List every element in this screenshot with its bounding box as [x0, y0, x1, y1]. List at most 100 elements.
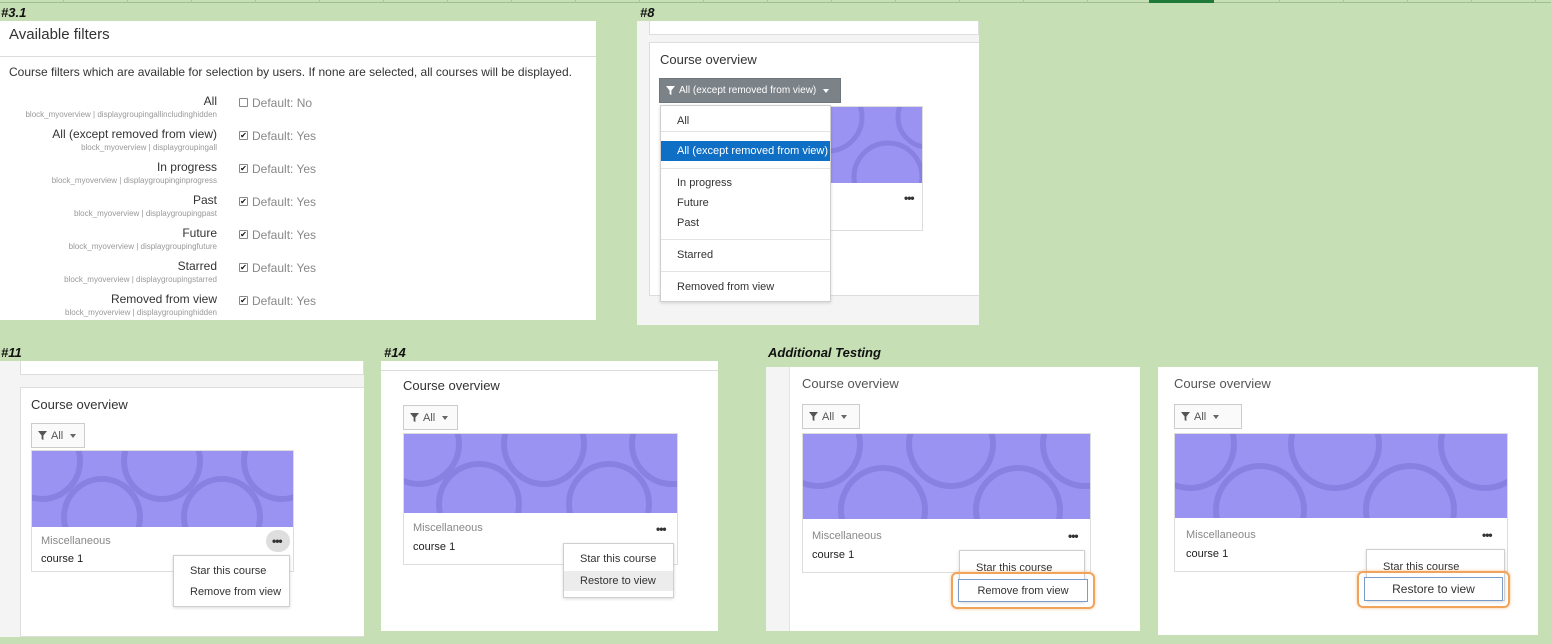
menu-item-restore-to-view[interactable]: Restore to view: [580, 575, 656, 587]
previous-block: [20, 361, 364, 375]
more-icon[interactable]: •••: [904, 191, 915, 205]
filter-dropdown-button[interactable]: All (except removed from view): [659, 78, 841, 103]
checkbox-icon[interactable]: ✔: [239, 263, 248, 272]
filter-label: Future: [182, 226, 217, 240]
filter-icon: [410, 413, 419, 422]
filter-setting-name: block_myoverview | displaygroupingall: [81, 143, 217, 152]
section-label-11: #11: [1, 345, 22, 360]
course-image: [803, 434, 1090, 519]
menu-item-in-progress[interactable]: In progress: [677, 177, 732, 189]
filter-default: Default: Yes: [252, 261, 317, 275]
course-card[interactable]: Miscellaneous course 1 •••: [31, 450, 294, 572]
section-label-3-1: #3.1: [1, 5, 27, 20]
spreadsheet-header-strip: [0, 0, 1551, 3]
menu-item-restore-to-view[interactable]: Restore to view: [1364, 577, 1503, 601]
filter-dropdown-button[interactable]: All: [802, 404, 860, 429]
more-icon[interactable]: •••: [1068, 529, 1079, 543]
caret-down-icon: [823, 88, 830, 93]
divider: [0, 56, 596, 57]
block-title: Course overview: [802, 376, 899, 391]
filter-setting-name: block_myoverview | displaygroupinginprog…: [51, 176, 217, 185]
menu-item-future[interactable]: Future: [677, 197, 709, 209]
checkbox-icon[interactable]: ✔: [239, 164, 248, 173]
course-overview-dropdown-panel: Course overview All (except removed from…: [637, 21, 979, 325]
course-name[interactable]: course 1: [41, 553, 83, 565]
previous-block: [649, 21, 979, 35]
checkbox-icon[interactable]: ✔: [239, 296, 248, 305]
checkbox-icon[interactable]: ✔: [239, 197, 248, 206]
course-action-menu: Star this course Restore to view: [563, 543, 674, 598]
filter-dropdown-button[interactable]: All: [1174, 404, 1242, 429]
filter-setting-name: block_myoverview | displaygroupingpast: [73, 209, 217, 218]
menu-item-past[interactable]: Past: [677, 217, 699, 229]
filter-button-label: All (except removed from view): [679, 85, 817, 96]
menu-divider: [661, 271, 830, 272]
filter-label: All (except removed from view): [52, 127, 217, 141]
available-filters-panel: Available filters Course filters which a…: [0, 21, 596, 320]
filter-setting-name: block_myoverview | displaygroupingallinc…: [25, 110, 217, 119]
section-label-8: #8: [640, 5, 655, 20]
section-label-additional-testing: Additional Testing: [768, 345, 881, 360]
checkbox-icon[interactable]: ✔: [239, 230, 248, 239]
filter-default: Default: Yes: [252, 294, 317, 308]
filter-setting-name: block_myoverview | displaygroupingstarre…: [64, 275, 217, 284]
filter-button-label: All: [822, 410, 835, 423]
block-title: Course overview: [31, 397, 128, 412]
course-category: Miscellaneous: [413, 522, 483, 534]
course-action-menu: Star this course Remove from view: [173, 555, 290, 607]
filter-icon: [1181, 412, 1190, 421]
filter-default: Default: Yes: [252, 228, 317, 242]
menu-item-all-except-removed[interactable]: All (except removed from view): [661, 141, 830, 161]
side-strip: [766, 367, 790, 631]
more-icon[interactable]: •••: [656, 522, 667, 536]
caret-down-icon: [841, 414, 848, 419]
filter-setting-name: block_myoverview | displaygroupingfuture: [68, 242, 217, 251]
course-name[interactable]: course 1: [812, 549, 854, 561]
filter-row: All (except removed from view) block_myo…: [0, 127, 596, 160]
filter-row: Past block_myoverview | displaygroupingp…: [0, 193, 596, 226]
menu-item-remove-from-view[interactable]: Remove from view: [190, 586, 281, 598]
selected-column-indicator: [1149, 0, 1214, 3]
additional-testing-restore-panel: Course overview All Miscellaneous course…: [1158, 367, 1538, 635]
filter-default: Default: Yes: [252, 162, 317, 176]
menu-item-star-course[interactable]: Star this course: [190, 565, 266, 577]
more-icon[interactable]: •••: [1482, 528, 1493, 542]
menu-divider: [661, 131, 830, 132]
filter-dropdown-button[interactable]: All: [403, 405, 458, 430]
caret-down-icon: [442, 415, 449, 420]
filter-default: Default: Yes: [252, 129, 317, 143]
menu-item-starred[interactable]: Starred: [677, 249, 713, 261]
course-image: [404, 434, 677, 513]
menu-item-removed-from-view[interactable]: Removed from view: [677, 281, 774, 293]
menu-item-star-course[interactable]: Star this course: [580, 553, 656, 565]
menu-item-all[interactable]: All: [677, 115, 689, 127]
section-label-14: #14: [384, 345, 406, 360]
filter-icon: [38, 431, 47, 440]
filter-icon: [666, 86, 675, 95]
course-image: [1175, 434, 1507, 518]
filter-label: Past: [192, 193, 217, 207]
course-overview-panel-14: Course overview All Miscellaneous course…: [381, 361, 718, 631]
course-image: [32, 451, 293, 527]
additional-testing-remove-panel: Course overview All Miscellaneous course…: [766, 367, 1140, 631]
filter-dropdown-button[interactable]: All: [31, 423, 85, 448]
course-name[interactable]: course 1: [1186, 548, 1228, 560]
course-name[interactable]: course 1: [413, 541, 455, 553]
checkbox-icon[interactable]: [239, 98, 248, 107]
filter-row: Removed from view block_myoverview | dis…: [0, 292, 596, 320]
filter-button-label: All: [51, 429, 64, 442]
checkbox-icon[interactable]: ✔: [239, 131, 248, 140]
filter-label: All: [203, 94, 217, 108]
menu-item-remove-from-view[interactable]: Remove from view: [958, 579, 1088, 602]
filter-default: Default: No: [252, 96, 313, 110]
course-overview-panel-11: Course overview All Miscellaneous course…: [0, 361, 364, 637]
course-category: Miscellaneous: [1186, 529, 1256, 541]
menu-divider: [661, 239, 830, 240]
page-title: Available filters: [9, 26, 110, 43]
block-title: Course overview: [660, 52, 757, 67]
filter-dropdown-menu: All All (except removed from view) In pr…: [660, 105, 831, 302]
filter-label: In progress: [156, 160, 217, 174]
filter-button-label: All: [1194, 410, 1207, 423]
menu-divider: [661, 168, 830, 169]
more-icon[interactable]: •••: [272, 534, 283, 548]
